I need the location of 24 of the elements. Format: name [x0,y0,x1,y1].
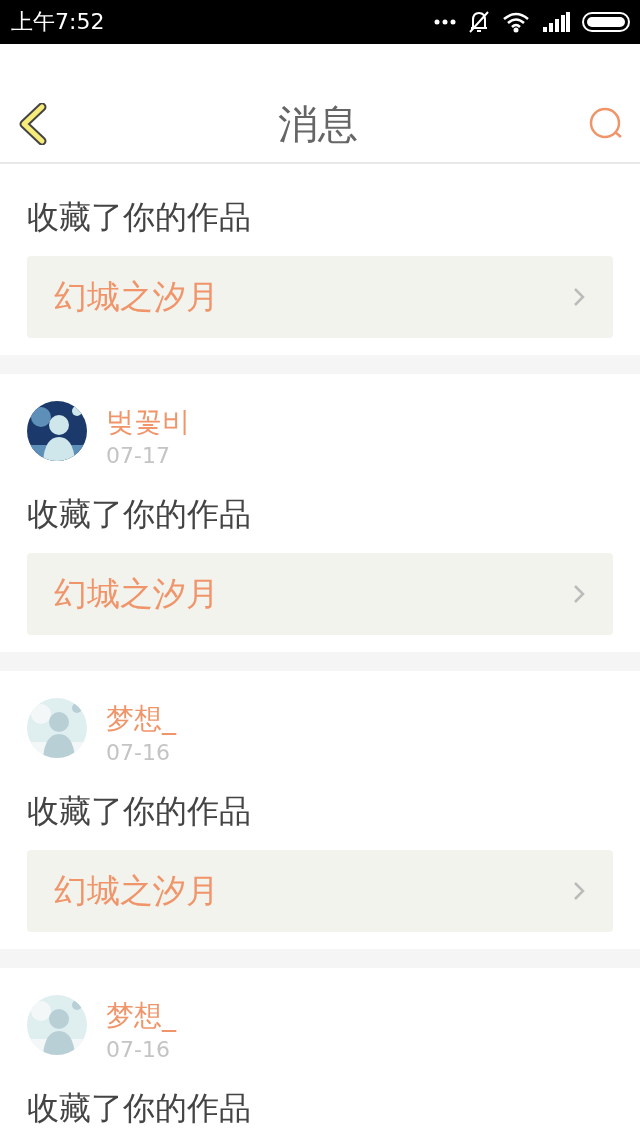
user-name[interactable]: 벚꽃비 [106,405,190,439]
chevron-right-icon [573,287,585,307]
work-link[interactable]: 幻城之汐月 [27,553,613,635]
more-dots-icon [434,19,456,25]
message-text: 收藏了你的作品 [27,1089,252,1127]
work-link[interactable]: 幻城之汐月 [27,850,613,932]
user-name[interactable]: 梦想_ [106,702,176,736]
message-date: 07-16 [106,740,171,766]
chevron-right-icon [573,584,585,604]
wifi-icon [502,11,530,33]
chevron-right-icon [573,881,585,901]
back-icon[interactable] [18,103,48,145]
message-text: 收藏了你的作品 [27,792,252,830]
muted-bell-icon [468,10,490,34]
message-text: 收藏了你的作品 [27,495,252,533]
message-date: 07-17 [106,443,171,469]
message-date: 07-16 [106,1037,171,1063]
work-link[interactable]: 幻城之汐月 [27,256,613,338]
status-time: 上午7:52 [11,8,105,36]
user-name[interactable]: 梦想_ [106,999,176,1033]
signal-icon [542,12,570,32]
page-title: 消息 [278,99,358,149]
battery-icon [582,12,630,32]
message-text: 收藏了你的作品 [27,198,252,236]
